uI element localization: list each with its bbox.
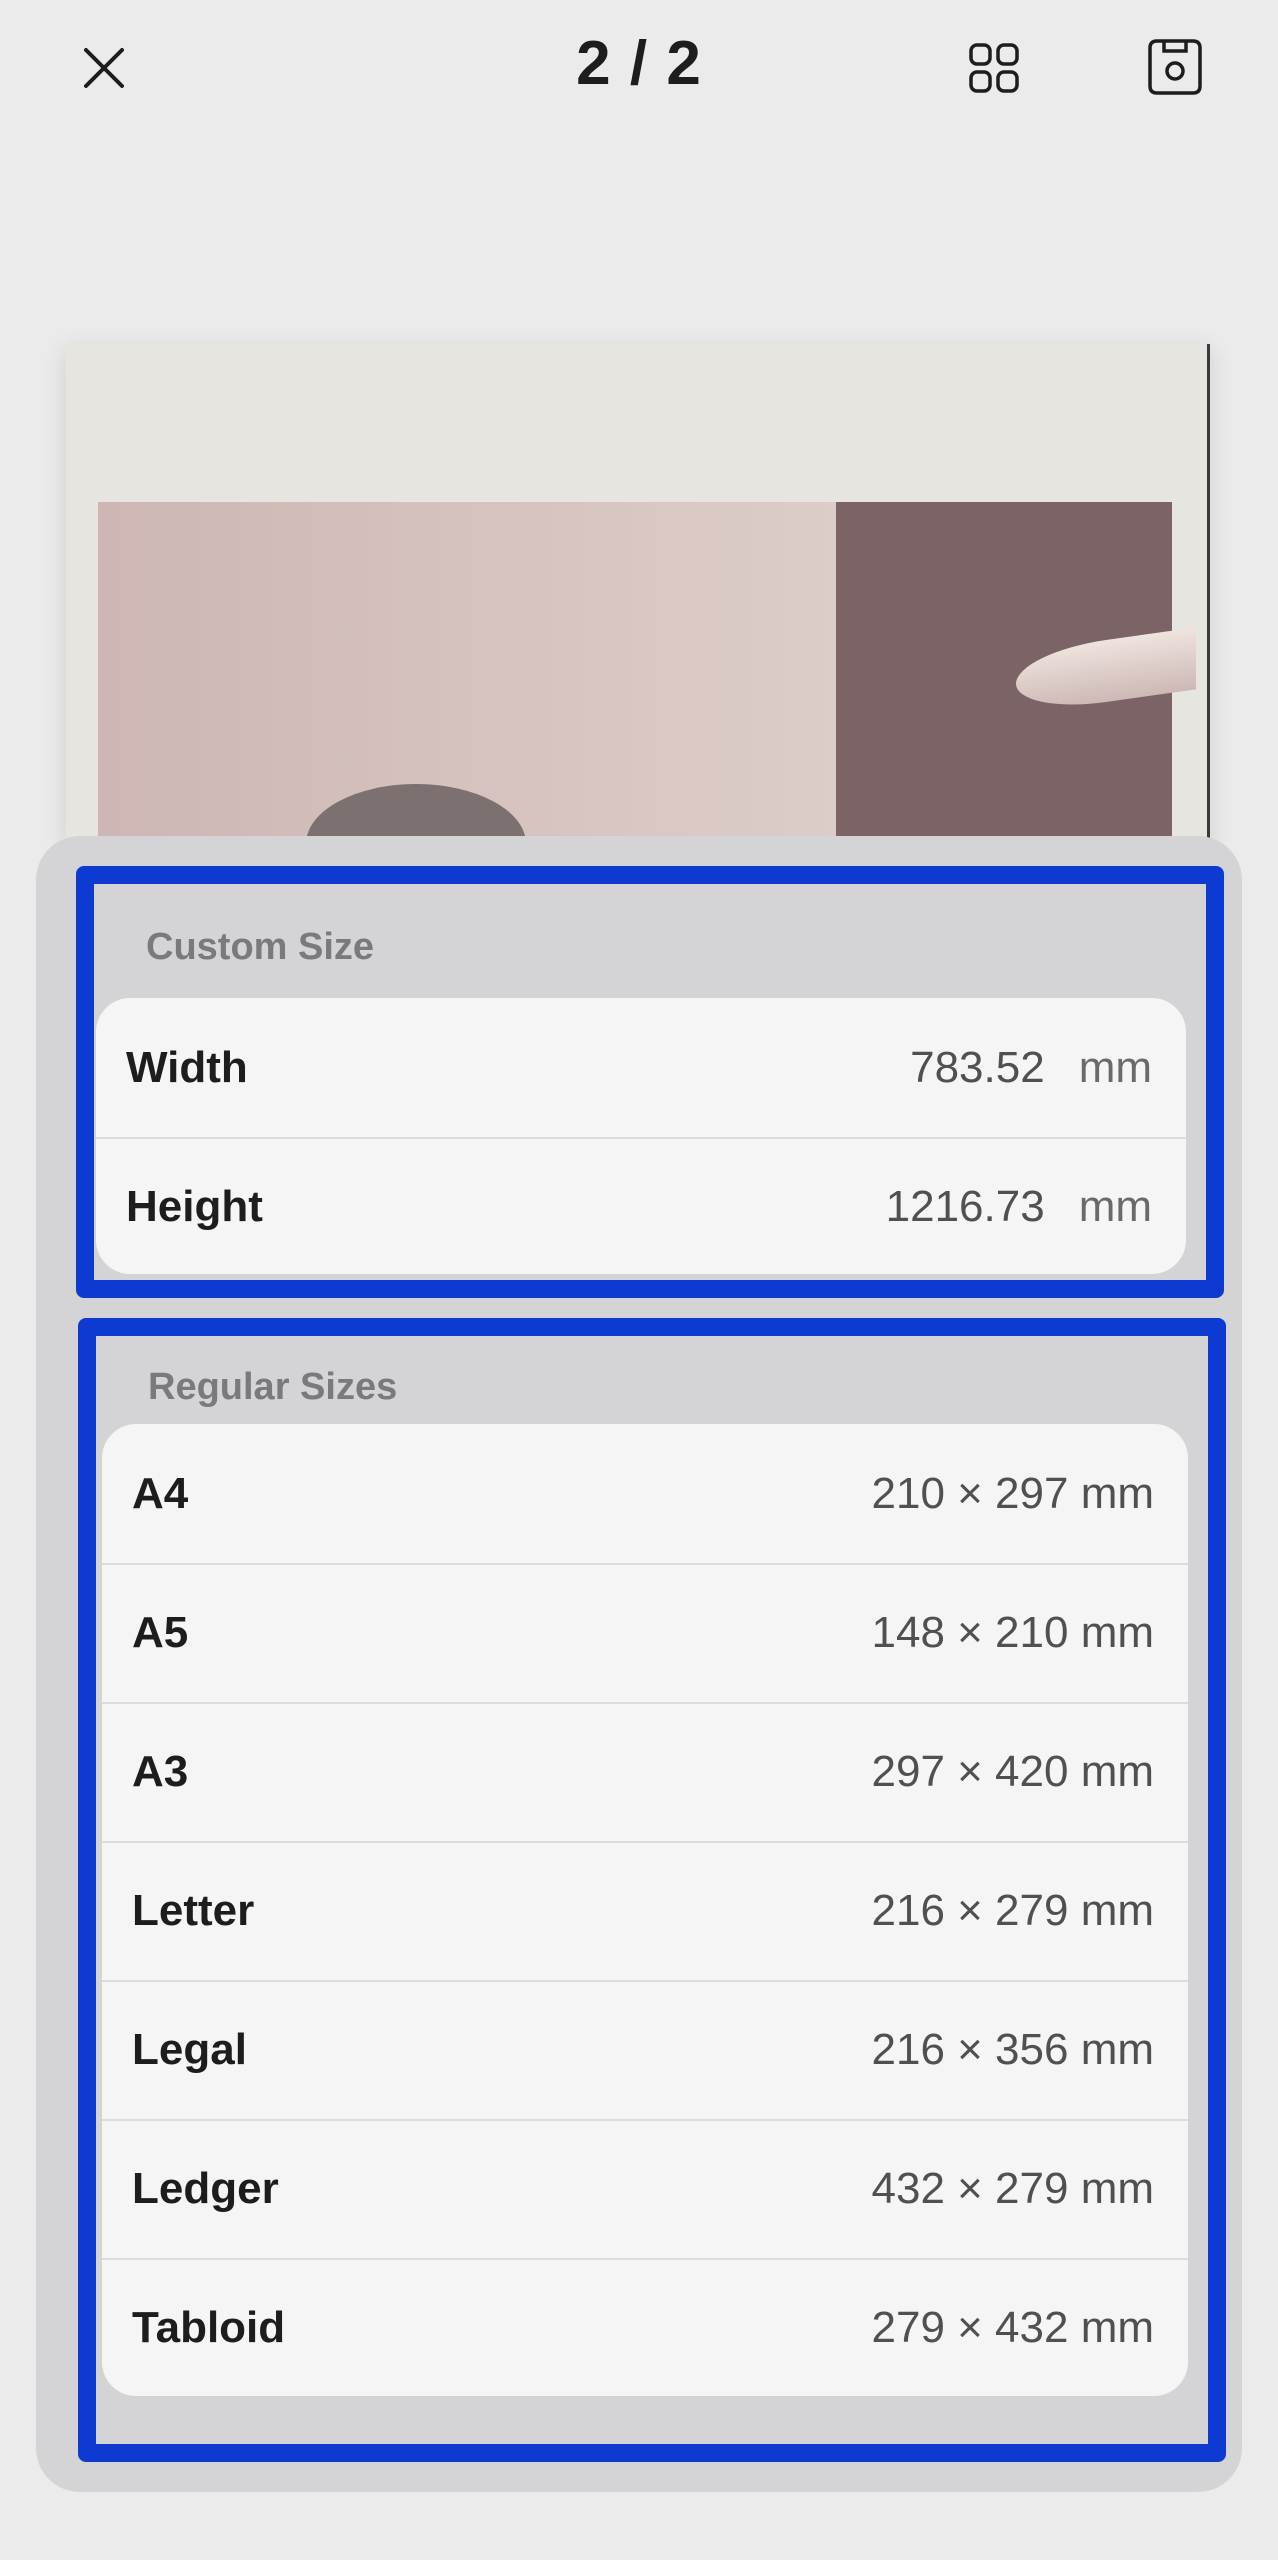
- grid-button[interactable]: [962, 36, 1026, 100]
- regular-sizes-section: Regular Sizes A4 210 × 297 mm A5 148 × 2…: [78, 1318, 1226, 2462]
- save-button[interactable]: [1142, 34, 1208, 100]
- size-row-legal[interactable]: Legal 216 × 356 mm: [102, 1980, 1188, 2119]
- grid-icon: [969, 43, 1019, 93]
- size-value: 216 × 279 mm: [871, 1885, 1155, 1935]
- size-label: A4: [132, 1468, 189, 1518]
- size-value: 297 × 420 mm: [871, 1746, 1155, 1796]
- size-value: 279 × 432 mm: [871, 2302, 1155, 2352]
- size-row-a4[interactable]: A4 210 × 297 mm: [102, 1424, 1188, 1563]
- top-bar: 2 / 2: [0, 0, 1278, 140]
- size-value: 148 × 210 mm: [871, 1607, 1155, 1657]
- width-unit: mm: [1078, 1042, 1152, 1092]
- size-label: Ledger: [132, 2163, 279, 2213]
- size-value: 216 × 356 mm: [871, 2024, 1155, 2074]
- width-value[interactable]: 783.52: [910, 1043, 1045, 1093]
- custom-size-section: Custom Size Width 783.52 mm Height 1216.…: [76, 866, 1224, 1298]
- size-label: A5: [132, 1607, 189, 1657]
- size-row-letter[interactable]: Letter 216 × 279 mm: [102, 1841, 1188, 1980]
- save-icon: [1148, 39, 1202, 95]
- page-counter: 2 / 2: [576, 29, 702, 98]
- height-value[interactable]: 1216.73: [886, 1182, 1045, 1232]
- custom-size-card: Width 783.52 mm Height 1216.73 mm: [96, 998, 1186, 1274]
- size-value: 432 × 279 mm: [871, 2163, 1155, 2213]
- height-label: Height: [126, 1181, 263, 1231]
- size-label: Tabloid: [132, 2302, 286, 2352]
- size-row-tabloid[interactable]: Tabloid 279 × 432 mm: [102, 2258, 1188, 2396]
- height-row[interactable]: Height 1216.73 mm: [96, 1137, 1186, 1274]
- regular-sizes-title: Regular Sizes: [148, 1366, 398, 1408]
- size-row-ledger[interactable]: Ledger 432 × 279 mm: [102, 2119, 1188, 2258]
- custom-size-title: Custom Size: [146, 926, 375, 968]
- regular-sizes-card: A4 210 × 297 mm A5 148 × 210 mm A3 297 ×…: [102, 1424, 1188, 2396]
- size-value: 210 × 297 mm: [871, 1468, 1155, 1518]
- size-row-a3[interactable]: A3 297 × 420 mm: [102, 1702, 1188, 1841]
- height-unit: mm: [1078, 1181, 1152, 1231]
- size-label: A3: [132, 1746, 189, 1796]
- size-label: Letter: [132, 1885, 255, 1935]
- width-row[interactable]: Width 783.52 mm: [96, 998, 1186, 1137]
- document-preview[interactable]: [66, 344, 1210, 844]
- size-label: Legal: [132, 2024, 247, 2074]
- size-row-a5[interactable]: A5 148 × 210 mm: [102, 1563, 1188, 1702]
- width-label: Width: [126, 1042, 248, 1092]
